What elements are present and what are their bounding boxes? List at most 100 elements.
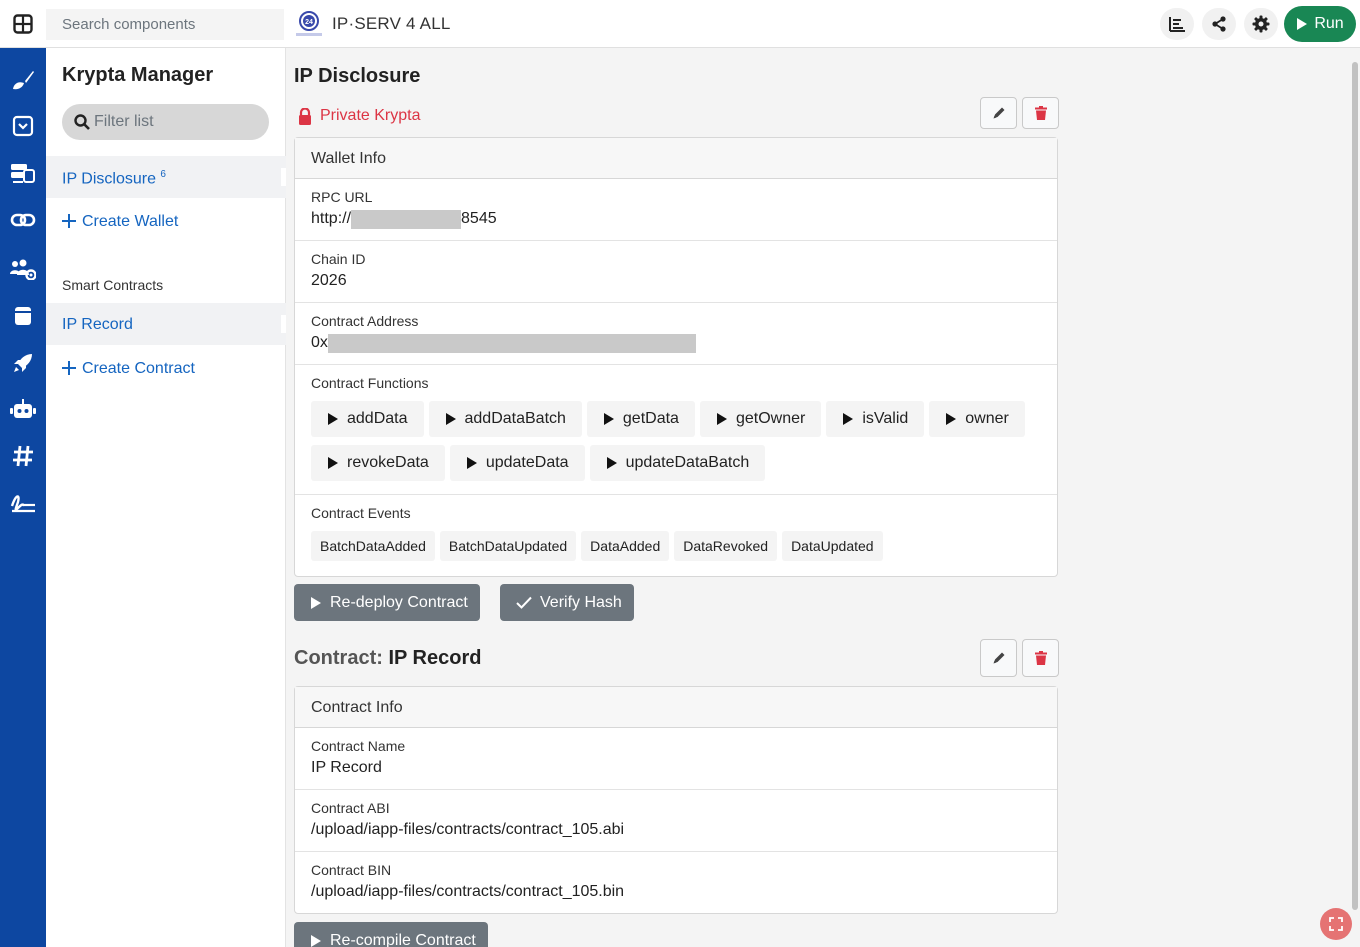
chain-label: Chain ID <box>311 251 366 267</box>
rpc-row: RPC URL http:// 8545 <box>295 179 1057 241</box>
events-row: Contract Events BatchDataAdded BatchDataU… <box>295 495 1057 576</box>
edit-wallet-button[interactable] <box>980 97 1017 129</box>
hashtag-icon[interactable] <box>10 443 36 469</box>
database-icon[interactable] <box>10 303 36 329</box>
play-icon <box>328 413 338 425</box>
rpc-prefix: http:// <box>311 210 352 227</box>
lock-icon <box>299 107 311 125</box>
function-label: isValid <box>862 410 909 427</box>
link-icon[interactable] <box>10 207 36 233</box>
wallet-card-header: Wallet Info <box>295 138 1057 179</box>
redacted-block <box>327 333 696 353</box>
functions-label: Contract Functions <box>311 375 429 391</box>
contract-bin-row: Contract BIN /upload/iapp-files/contract… <box>295 852 1057 913</box>
play-icon <box>311 596 321 609</box>
sidebar-item-ip-record[interactable]: IP Record <box>46 303 286 345</box>
events-list: BatchDataAdded BatchDataUpdated DataAdded D… <box>311 531 1041 561</box>
play-icon <box>603 413 614 425</box>
delete-wallet-button[interactable] <box>1022 97 1059 129</box>
address-row: Contract Address 0x <box>295 303 1057 365</box>
contract-name-row: Contract Name IP Record <box>295 728 1057 790</box>
address-value: 0x <box>311 333 1041 353</box>
function-button-updateDataBatch[interactable]: updateDataBatch <box>589 445 766 481</box>
contract-title-prefix: Contract: <box>294 647 383 669</box>
function-button-owner[interactable]: owner <box>929 401 1025 437</box>
run-label: Run <box>1314 15 1344 32</box>
create-wallet-label: Create Wallet <box>82 213 179 230</box>
contract-title-name: IP Record <box>388 647 482 669</box>
contract-abi-label: Contract ABI <box>311 800 390 816</box>
verify-label: Verify Hash <box>540 593 622 611</box>
play-icon <box>445 413 456 425</box>
edit-contract-button[interactable] <box>980 639 1017 677</box>
app-logo-icon: 24 <box>294 11 324 38</box>
function-button-addDataBatch[interactable]: addDataBatch <box>428 401 582 437</box>
function-button-getData[interactable]: getData <box>586 401 695 437</box>
pencil-icon <box>993 107 1004 119</box>
share-icon[interactable] <box>1202 8 1236 40</box>
function-button-isValid[interactable]: isValid <box>826 401 925 437</box>
run-button[interactable]: Run <box>1284 6 1356 42</box>
contract-card-header: Contract Info <box>295 687 1057 728</box>
play-icon <box>1297 18 1308 30</box>
verify-hash-button[interactable]: Verify Hash <box>500 584 634 621</box>
privacy-label: Private Krypta <box>298 107 420 125</box>
rpc-label: RPC URL <box>311 189 373 205</box>
function-label: updateData <box>485 454 569 471</box>
list-icon[interactable] <box>1160 8 1194 40</box>
chain-row: Chain ID 2026 <box>295 241 1057 303</box>
sidebar-item-ip-disclosure[interactable]: IP Disclosure 6 <box>46 156 286 198</box>
function-button-getOwner[interactable]: getOwner <box>699 401 822 437</box>
redeploy-button[interactable]: Re-deploy Contract <box>294 584 480 621</box>
contract-item-label: IP Record <box>62 316 133 333</box>
contract-name-label: Contract Name <box>311 738 406 754</box>
create-contract-label: Create Contract <box>82 360 195 377</box>
signature-icon[interactable] <box>10 490 36 516</box>
function-label: getOwner <box>735 410 806 427</box>
gear-icon[interactable] <box>1244 8 1278 40</box>
rocket-icon[interactable] <box>10 350 36 376</box>
recompile-button[interactable]: Re-compile Contract <box>294 922 488 947</box>
wallet-info-card: Wallet Info RPC URL http:// 8545 Chain ID… <box>294 137 1058 577</box>
brush-icon[interactable] <box>10 67 36 93</box>
server-icon[interactable] <box>10 160 36 186</box>
inbox-icon[interactable] <box>10 113 36 139</box>
function-label: addData <box>347 410 408 427</box>
trash-icon <box>1034 651 1047 665</box>
sidebar-title: Krypta Manager <box>62 64 214 86</box>
event-tag-BatchDataAdded: BatchDataAdded <box>311 531 435 561</box>
pencil-icon <box>993 652 1004 664</box>
event-tag-DataRevoked: DataRevoked <box>674 531 778 561</box>
function-button-revokeData[interactable]: revokeData <box>311 445 445 481</box>
contract-info-card: Contract Info Contract Name IP Record Co… <box>294 686 1058 914</box>
function-button-addData[interactable]: addData <box>311 401 424 437</box>
grid-icon[interactable] <box>13 14 33 34</box>
contract-abi-value: /upload/iapp-files/contracts/contract_10… <box>311 821 625 838</box>
function-button-updateData[interactable]: updateData <box>449 445 585 481</box>
trash-icon <box>1034 106 1047 120</box>
chain-value: 2026 <box>311 272 347 289</box>
function-label: revokeData <box>347 454 429 471</box>
delete-contract-button[interactable] <box>1022 639 1059 677</box>
expand-icon[interactable] <box>1320 908 1352 940</box>
search-icon <box>74 114 90 130</box>
sidebar: Krypta Manager Filter list IP Disclosure… <box>46 48 286 947</box>
scroll-thumb[interactable] <box>1352 62 1358 910</box>
search-input[interactable] <box>46 9 284 40</box>
function-label: updateDataBatch <box>625 454 750 471</box>
function-label: addDataBatch <box>464 410 566 427</box>
users-gear-icon[interactable] <box>10 256 36 282</box>
create-wallet-link[interactable]: Create Wallet <box>62 213 178 233</box>
robot-icon[interactable] <box>10 396 36 422</box>
redeploy-label: Re-deploy Contract <box>330 593 468 611</box>
privacy-text: Private Krypta <box>320 107 421 124</box>
create-contract-link[interactable]: Create Contract <box>62 360 195 380</box>
event-tag-BatchDataUpdated: BatchDataUpdated <box>439 531 577 561</box>
contract-abi-row: Contract ABI /upload/iapp-files/contract… <box>295 790 1057 852</box>
functions-list: addData addDataBatch getData getOwner isVali… <box>311 401 1041 481</box>
address-label: Contract Address <box>311 313 419 329</box>
event-tag-DataAdded: DataAdded <box>581 531 670 561</box>
page-scrollbar[interactable] <box>1350 48 1360 947</box>
filter-input[interactable]: Filter list <box>62 104 269 140</box>
play-icon <box>328 457 338 469</box>
